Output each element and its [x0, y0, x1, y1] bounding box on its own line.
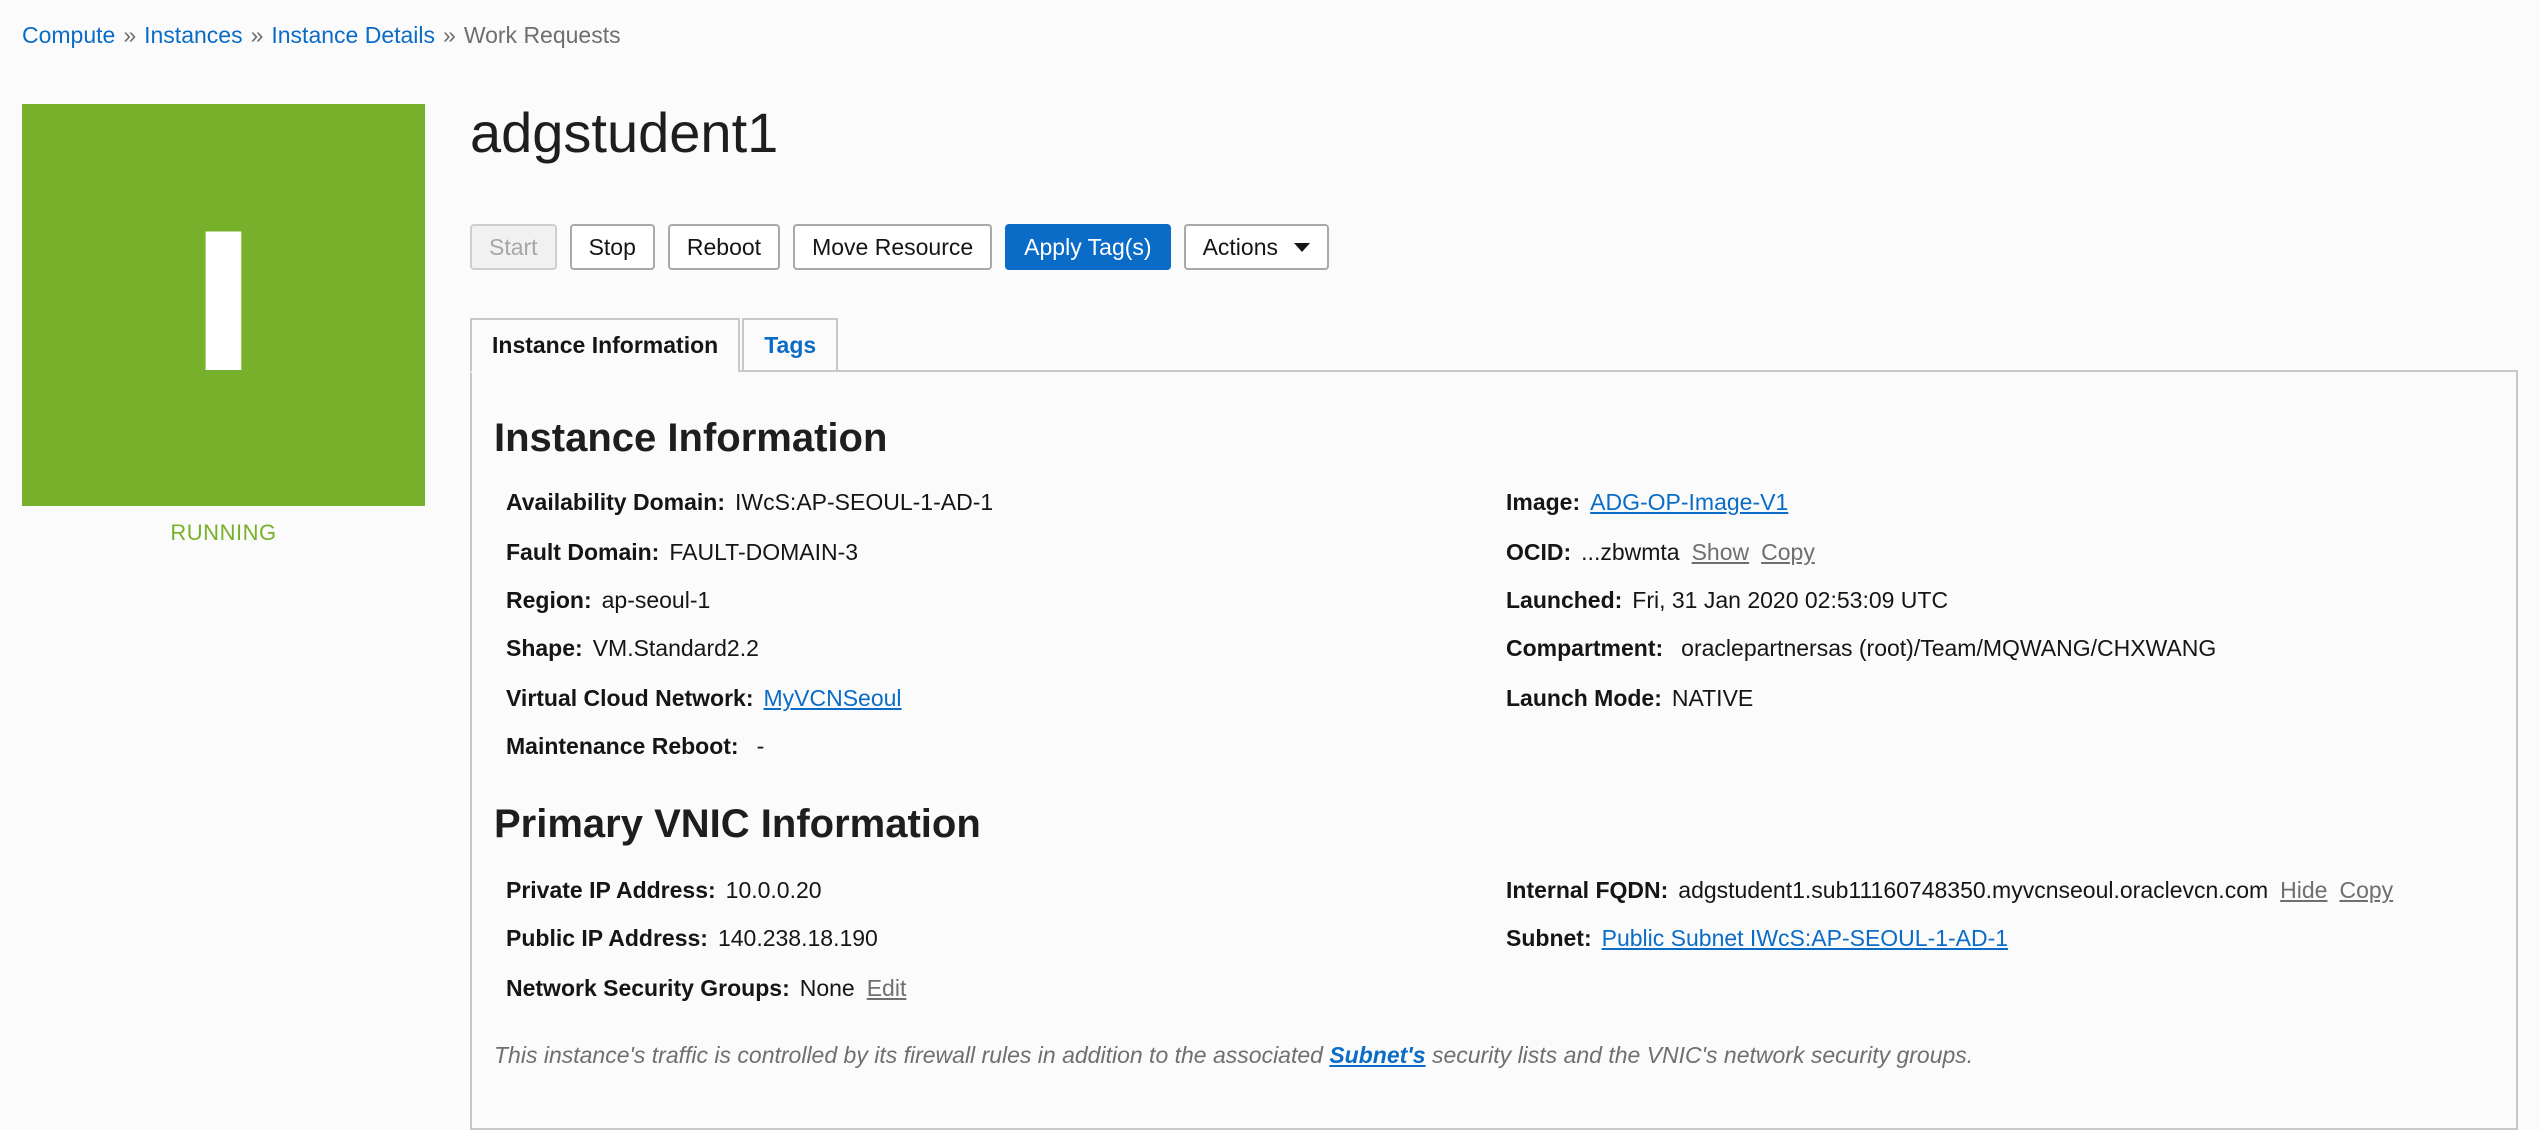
compartment-row: Compartment: oraclepartnersas (root)/Team…	[1506, 635, 2216, 662]
ocid-value: ...zbwmta	[1581, 539, 1680, 565]
move-resource-button[interactable]: Move Resource	[793, 224, 993, 270]
tab-instance-information[interactable]: Instance Information	[470, 318, 741, 373]
page-title: adgstudent1	[470, 101, 779, 164]
primary-vnic-heading: Primary VNIC Information	[494, 802, 981, 846]
breadcrumb: Compute » Instances » Instance Details » Work …	[22, 22, 621, 49]
fqdn-copy-link[interactable]: Copy	[2339, 877, 2393, 903]
tab-bar: Instance Information Tags	[470, 318, 840, 373]
fault-domain-value: FAULT-DOMAIN-3	[669, 539, 859, 565]
public-ip-value: 140.238.18.190	[717, 925, 878, 951]
region-label: Region:	[506, 587, 592, 613]
breadcrumb-instances-link[interactable]: Instances	[144, 22, 242, 48]
nsg-value: None	[799, 975, 855, 1001]
nsg-row: Network Security Groups: None Edit	[506, 975, 906, 1002]
breadcrumb-current: Work Requests	[463, 22, 621, 48]
public-ip-label: Public IP Address:	[506, 925, 708, 951]
subnet-label: Subnet:	[1506, 925, 1592, 951]
image-label: Image:	[1506, 489, 1581, 515]
launch-mode-label: Launch Mode:	[1506, 685, 1662, 711]
stop-button[interactable]: Stop	[569, 224, 655, 270]
fault-domain-row: Fault Domain: FAULT-DOMAIN-3	[506, 539, 858, 566]
image-row: Image: ADG-OP-Image-V1	[1506, 489, 1788, 516]
action-toolbar: Start Stop Reboot Move Resource Apply Ta…	[470, 224, 1330, 270]
firewall-note: This instance's traffic is controlled by…	[494, 1042, 1973, 1069]
compartment-value: oraclepartnersas (root)/Team/MQWANG/CHXW…	[1681, 635, 2217, 661]
shape-row: Shape: VM.Standard2.2	[506, 635, 759, 662]
vcn-link[interactable]: MyVCNSeoul	[764, 685, 902, 711]
image-link[interactable]: ADG-OP-Image-V1	[1590, 489, 1788, 515]
maintenance-reboot-row: Maintenance Reboot: -	[506, 733, 764, 760]
nsg-label: Network Security Groups:	[506, 975, 790, 1001]
maintenance-reboot-value: -	[756, 733, 765, 759]
instance-status-tile: I	[22, 104, 425, 506]
launch-mode-value: NATIVE	[1671, 685, 1754, 711]
fqdn-hide-link[interactable]: Hide	[2280, 877, 2327, 903]
vcn-row: Virtual Cloud Network: MyVCNSeoul	[506, 685, 902, 712]
ocid-row: OCID: ...zbwmta Show Copy	[1506, 539, 1815, 566]
launch-mode-row: Launch Mode: NATIVE	[1506, 685, 1753, 712]
breadcrumb-separator: »	[123, 22, 137, 48]
note-suffix: security lists and the VNIC's network se…	[1431, 1042, 1974, 1068]
shape-label: Shape:	[506, 635, 583, 661]
availability-domain-label: Availability Domain:	[506, 489, 725, 515]
nsg-edit-link[interactable]: Edit	[867, 975, 907, 1001]
reboot-button[interactable]: Reboot	[667, 224, 781, 270]
instance-glyph-icon: I	[188, 194, 259, 415]
breadcrumb-separator: »	[250, 22, 264, 48]
compartment-label: Compartment:	[1506, 635, 1664, 661]
private-ip-label: Private IP Address:	[506, 877, 716, 903]
launched-value: Fri, 31 Jan 2020 02:53:09 UTC	[1632, 587, 1949, 613]
start-button[interactable]: Start	[470, 224, 557, 270]
instance-status-label: RUNNING	[170, 520, 277, 545]
maintenance-reboot-label: Maintenance Reboot:	[506, 733, 739, 759]
public-ip-row: Public IP Address: 140.238.18.190	[506, 925, 878, 952]
availability-domain-row: Availability Domain: IWcS:AP-SEOUL-1-AD-1	[506, 489, 993, 516]
availability-domain-value: IWcS:AP-SEOUL-1-AD-1	[734, 489, 994, 515]
actions-dropdown-button[interactable]: Actions	[1183, 224, 1330, 270]
fqdn-value: adgstudent1.sub11160748350.myvcnseoul.or…	[1678, 877, 2269, 903]
region-row: Region: ap-seoul-1	[506, 587, 710, 614]
ocid-label: OCID:	[1506, 539, 1572, 565]
fqdn-row: Internal FQDN: adgstudent1.sub11160748350…	[1506, 877, 2393, 904]
instance-information-heading: Instance Information	[494, 416, 888, 460]
private-ip-value: 10.0.0.20	[725, 877, 822, 903]
launched-label: Launched:	[1506, 587, 1623, 613]
vcn-label: Virtual Cloud Network:	[506, 685, 754, 711]
caret-down-icon	[1294, 242, 1311, 252]
apply-tags-button[interactable]: Apply Tag(s)	[1005, 224, 1171, 270]
note-subnet-link[interactable]: Subnet's	[1329, 1042, 1425, 1068]
shape-value: VM.Standard2.2	[592, 635, 759, 661]
instance-details-panel: Instance Information Availability Domain…	[470, 370, 2518, 1130]
actions-dropdown-label: Actions	[1202, 233, 1279, 260]
fault-domain-label: Fault Domain:	[506, 539, 660, 565]
launched-row: Launched: Fri, 31 Jan 2020 02:53:09 UTC	[1506, 587, 1948, 614]
subnet-row: Subnet: Public Subnet IWcS:AP-SEOUL-1-AD-…	[1506, 925, 2008, 952]
private-ip-row: Private IP Address: 10.0.0.20	[506, 877, 822, 904]
note-prefix: This instance's traffic is controlled by…	[494, 1042, 1323, 1068]
tab-tags[interactable]: Tags	[742, 318, 839, 370]
fqdn-label: Internal FQDN:	[1506, 877, 1669, 903]
breadcrumb-compute-link[interactable]: Compute	[22, 22, 115, 48]
breadcrumb-separator: »	[443, 22, 456, 48]
breadcrumb-instance-details-link[interactable]: Instance Details	[271, 22, 435, 48]
region-value: ap-seoul-1	[601, 587, 711, 613]
subnet-link[interactable]: Public Subnet IWcS:AP-SEOUL-1-AD-1	[1602, 925, 2008, 951]
ocid-show-link[interactable]: Show	[1692, 539, 1750, 565]
ocid-copy-link[interactable]: Copy	[1761, 539, 1815, 565]
